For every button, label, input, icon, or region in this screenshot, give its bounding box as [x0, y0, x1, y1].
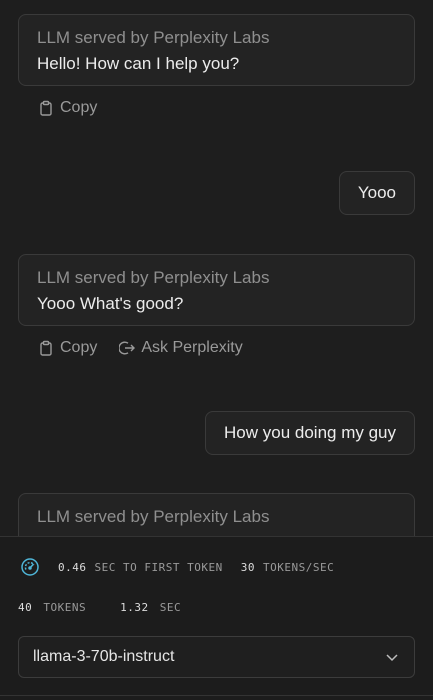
copy-button[interactable]: Copy: [38, 339, 97, 357]
seconds-value: 1.32: [120, 601, 149, 614]
assistant-message: LLM served by Perplexity Labs: [18, 493, 415, 536]
tokens-label: TOKENS: [43, 601, 87, 614]
arrow-out-icon: [119, 341, 136, 355]
message-text: How you doing my guy: [224, 423, 396, 442]
sender-label: LLM served by Perplexity Labs: [37, 28, 270, 47]
user-message: Yooo: [338, 171, 415, 215]
seconds-label: SEC: [159, 601, 182, 614]
message-actions: Copy Ask Perplexity: [38, 339, 243, 357]
generation-footer: 0.46 SEC TO FIRST TOKEN 30 TOKENS/SEC 40…: [0, 536, 433, 700]
clipboard-icon: [40, 100, 52, 116]
copy-label: Copy: [60, 99, 98, 116]
tokens-per-sec-label: TOKENS/SEC: [262, 560, 335, 574]
speedometer-icon: [21, 558, 39, 576]
model-select-value: llama-3-70b-instruct: [33, 648, 175, 665]
ask-perplexity-button[interactable]: Ask Perplexity: [119, 339, 243, 357]
assistant-message: LLM served by Perplexity Labs Hello! How…: [18, 14, 415, 86]
assistant-message: LLM served by Perplexity Labs Yooo What'…: [18, 254, 415, 326]
message-text: Hello! How can I help you?: [37, 54, 240, 73]
speed-stats: 0.46 SEC TO FIRST TOKEN 30 TOKENS/SEC: [20, 557, 334, 577]
user-message: How you doing my guy: [205, 411, 415, 455]
message-actions: Copy: [38, 99, 97, 117]
copy-label: Copy: [60, 339, 98, 356]
first-token-label: SEC TO FIRST TOKEN: [94, 560, 223, 574]
first-token-value: 0.46: [58, 560, 87, 574]
sender-label: LLM served by Perplexity Labs: [37, 268, 270, 287]
token-stats: 40 TOKENS 1.32 SEC: [18, 601, 181, 614]
tokens-value: 40: [18, 601, 33, 614]
tokens-per-sec-value: 30: [240, 560, 255, 574]
chevron-down-icon: [386, 654, 398, 662]
sender-label: LLM served by Perplexity Labs: [37, 507, 270, 526]
clipboard-icon: [40, 340, 52, 356]
message-text: Yooo What's good?: [37, 294, 184, 313]
model-select[interactable]: llama-3-70b-instruct: [18, 636, 415, 678]
chat-thread: LLM served by Perplexity Labs Hello! How…: [0, 0, 433, 536]
copy-button[interactable]: Copy: [38, 99, 97, 117]
message-text: Yooo: [357, 183, 396, 202]
divider: [0, 695, 433, 696]
ask-perplexity-label: Ask Perplexity: [141, 339, 243, 356]
